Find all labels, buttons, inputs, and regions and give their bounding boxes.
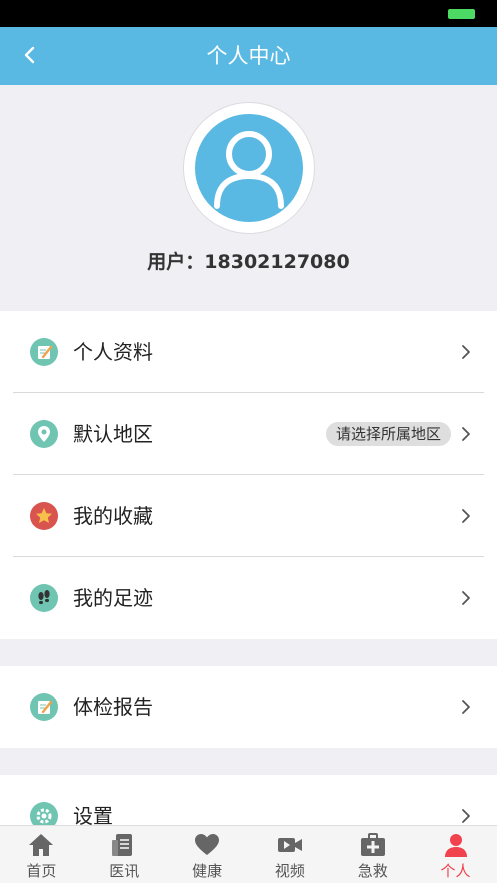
menu-label: 我的收藏: [73, 504, 153, 528]
menu-item-favorites[interactable]: 我的收藏: [0, 475, 497, 557]
avatar[interactable]: [183, 102, 315, 234]
menu-group-health: 体检报告: [0, 666, 497, 748]
tab-first-aid[interactable]: 急救: [331, 826, 414, 883]
menu-item-profile[interactable]: 个人资料: [0, 311, 497, 393]
heart-icon: [195, 834, 220, 855]
user-avatar-icon: [214, 131, 284, 209]
chevron-right-icon: [462, 509, 470, 523]
menu-item-footprints[interactable]: 我的足迹: [0, 557, 497, 639]
menu-label: 我的足迹: [73, 586, 153, 610]
chevron-right-icon: [462, 591, 470, 605]
bottom-tab-bar: 首页 医讯 健康 视频 急救 个人: [0, 825, 497, 883]
menu-label: 个人资料: [73, 340, 153, 364]
person-icon: [444, 834, 467, 857]
tab-label: 急救: [357, 862, 388, 880]
menu-label: 默认地区: [73, 422, 153, 446]
status-bar: [0, 0, 497, 27]
star-icon: [30, 502, 58, 530]
home-icon: [29, 834, 54, 856]
menu-label: 体检报告: [73, 695, 153, 719]
edit-icon: [30, 338, 58, 366]
profile-header: 用户：18302127080: [0, 85, 497, 311]
location-pin-icon: [30, 420, 58, 448]
menu-item-default-region[interactable]: 默认地区 请选择所属地区: [0, 393, 497, 475]
tab-label: 个人: [440, 862, 471, 880]
tab-video[interactable]: 视频: [248, 826, 331, 883]
chevron-right-icon: [462, 700, 470, 714]
menu-item-medical-report[interactable]: 体检报告: [0, 666, 497, 748]
tab-personal[interactable]: 个人: [414, 826, 497, 883]
tab-home[interactable]: 首页: [0, 826, 83, 883]
tab-label: 视频: [274, 862, 305, 880]
news-icon: [112, 834, 133, 856]
user-label: 用户：: [147, 251, 205, 273]
region-select-badge[interactable]: 请选择所属地区: [325, 422, 451, 446]
chevron-right-icon: [462, 809, 470, 823]
chevron-right-icon: [462, 345, 470, 359]
user-phone: 18302127080: [204, 251, 350, 273]
tab-label: 健康: [192, 862, 223, 880]
footprint-icon: [30, 584, 58, 612]
nav-bar: 个人中心: [0, 27, 497, 85]
tab-label: 首页: [26, 862, 57, 880]
tab-news[interactable]: 医讯: [83, 826, 166, 883]
tab-label: 医讯: [109, 862, 140, 880]
video-icon: [277, 838, 302, 852]
user-info: 用户：18302127080: [0, 247, 497, 274]
first-aid-icon: [360, 833, 385, 856]
report-icon: [30, 693, 58, 721]
avatar-circle: [195, 114, 303, 222]
battery-icon: [448, 9, 475, 19]
chevron-right-icon: [462, 427, 470, 441]
menu-group-account: 个人资料 默认地区 请选择所属地区 我的收藏 我的足迹: [0, 311, 497, 639]
tab-health[interactable]: 健康: [166, 826, 249, 883]
page-title: 个人中心: [206, 44, 291, 68]
